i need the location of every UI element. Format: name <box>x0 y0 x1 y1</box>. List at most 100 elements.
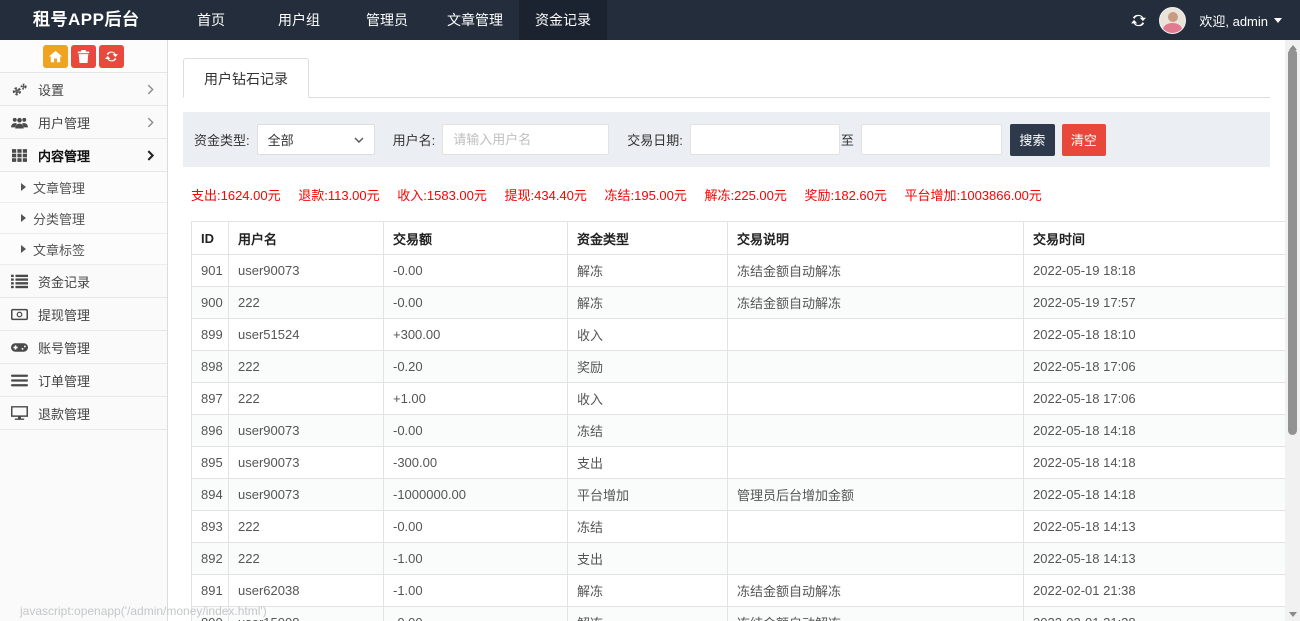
chevron-right-icon <box>147 150 154 161</box>
nav-item[interactable]: 文章管理 <box>431 0 519 40</box>
cell-fund-type: 冻结 <box>568 415 728 447</box>
cell-fund-type: 支出 <box>568 447 728 479</box>
cell-username: user62038 <box>229 575 384 607</box>
sidebar-submenu-item[interactable]: 文章标签 <box>0 234 167 265</box>
refresh-icon[interactable] <box>99 45 124 68</box>
table-row: 890 user15008 -0.00 解冻 冻结金额自动解冻 2022-02-… <box>192 607 1286 621</box>
cell-amount: +300.00 <box>384 319 568 351</box>
cell-fund-type: 收入 <box>568 319 728 351</box>
sidebar-menu-item[interactable]: 提现管理 <box>0 298 167 331</box>
sidebar-item-label: 资金记录 <box>38 272 154 291</box>
table-row: 897 222 +1.00 收入 2022-05-18 17:06 <box>192 383 1286 415</box>
search-button[interactable]: 搜索 <box>1010 124 1055 156</box>
cell-fund-type: 解冻 <box>568 255 728 287</box>
cell-username: user90073 <box>229 479 384 511</box>
trade-date-label: 交易日期: <box>627 130 683 149</box>
column-header: 交易说明 <box>728 222 1024 255</box>
sidebar-menu-item[interactable]: 订单管理 <box>0 364 167 397</box>
column-header: 用户名 <box>229 222 384 255</box>
avatar[interactable] <box>1159 7 1186 34</box>
cell-id: 899 <box>192 319 229 351</box>
cell-amount: +1.00 <box>384 383 568 415</box>
cell-note <box>728 383 1024 415</box>
sidebar-item-label: 内容管理 <box>38 146 147 165</box>
date-from-input[interactable] <box>690 124 840 155</box>
fund-type-select[interactable]: 全部 <box>257 124 375 155</box>
summary-item: 奖励:182.60元 <box>805 188 887 203</box>
cell-note <box>728 319 1024 351</box>
cell-id: 893 <box>192 511 229 543</box>
cell-note: 冻结金额自动解冻 <box>728 575 1024 607</box>
refresh-icon[interactable] <box>1131 13 1146 28</box>
cell-time: 2022-05-18 18:10 <box>1024 319 1286 351</box>
cell-note: 冻结金额自动解冻 <box>728 607 1024 621</box>
user-menu[interactable]: 欢迎, admin <box>1199 11 1282 30</box>
cell-note: 冻结金额自动解冻 <box>728 287 1024 319</box>
cell-fund-type: 解冻 <box>568 607 728 621</box>
submenu-item-label: 分类管理 <box>33 209 85 228</box>
navbar-right: 欢迎, admin <box>1131 0 1282 40</box>
sidebar-menu-item[interactable]: 用户管理 <box>0 106 167 139</box>
cell-username: 222 <box>229 383 384 415</box>
cell-username: user90073 <box>229 415 384 447</box>
summary-item: 支出:1624.00元 <box>191 188 281 203</box>
cell-time: 2022-05-18 14:13 <box>1024 543 1286 575</box>
sidebar-item-label: 设置 <box>38 80 147 99</box>
chevron-down-icon <box>354 137 364 143</box>
summary-totals: 支出:1624.00元 退款:113.00元 收入:1583.00元 提现:43… <box>191 188 1270 204</box>
column-header: 资金类型 <box>568 222 728 255</box>
column-header: 交易时间 <box>1024 222 1286 255</box>
username-input[interactable] <box>442 124 609 155</box>
scrollbar-thumb[interactable] <box>1288 49 1297 435</box>
nav-item[interactable]: 首页 <box>167 0 255 40</box>
scroll-down-icon[interactable] <box>1285 607 1300 621</box>
column-header: 交易额 <box>384 222 568 255</box>
table-row: 898 222 -0.20 奖励 2022-05-18 17:06 <box>192 351 1286 383</box>
chevron-right-icon <box>147 117 154 128</box>
cell-username: 222 <box>229 351 384 383</box>
cell-id: 898 <box>192 351 229 383</box>
sidebar-submenu: 文章管理 分类管理 文章标签 <box>0 172 167 265</box>
sidebar-item-label: 提现管理 <box>38 305 154 324</box>
cell-amount: -300.00 <box>384 447 568 479</box>
cell-time: 2022-05-18 17:06 <box>1024 351 1286 383</box>
sidebar-menu-item[interactable]: 设置 <box>0 73 167 106</box>
vertical-scrollbar[interactable] <box>1285 40 1300 621</box>
sidebar-submenu-item[interactable]: 分类管理 <box>0 203 167 234</box>
avatar-head <box>1168 12 1178 22</box>
nav-item[interactable]: 资金记录 <box>519 0 607 40</box>
cell-time: 2022-05-18 14:13 <box>1024 511 1286 543</box>
cell-id: 891 <box>192 575 229 607</box>
table-row: 892 222 -1.00 支出 2022-05-18 14:13 <box>192 543 1286 575</box>
cell-id: 896 <box>192 415 229 447</box>
tab-user-diamond-records[interactable]: 用户钻石记录 <box>183 58 309 98</box>
table-row: 893 222 -0.00 冻结 2022-05-18 14:13 <box>192 511 1286 543</box>
nav-item[interactable]: 用户组 <box>255 0 343 40</box>
cell-time: 2022-02-01 21:38 <box>1024 607 1286 621</box>
nav-item[interactable]: 管理员 <box>343 0 431 40</box>
sidebar-submenu-item[interactable]: 文章管理 <box>0 172 167 203</box>
cell-id: 901 <box>192 255 229 287</box>
clear-button[interactable]: 清空 <box>1062 124 1106 156</box>
sidebar-menu-item[interactable]: 资金记录 <box>0 265 167 298</box>
sidebar-menu-item[interactable]: 内容管理 <box>0 139 167 172</box>
records-table: ID 用户名 交易额 资金类型 交易说明 交易时间 901 user90073 <box>191 221 1285 621</box>
date-to-input[interactable] <box>861 124 1002 155</box>
home-icon[interactable] <box>43 45 68 68</box>
cell-id: 900 <box>192 287 229 319</box>
browser-status-text: javascript:openapp('/admin/money/index.h… <box>20 604 267 618</box>
cell-id: 895 <box>192 447 229 479</box>
cell-fund-type: 收入 <box>568 383 728 415</box>
sidebar-menu-item[interactable]: 账号管理 <box>0 331 167 364</box>
app-brand[interactable]: 租号APP后台 <box>33 0 139 40</box>
cell-note: 冻结金额自动解冻 <box>728 255 1024 287</box>
summary-item: 平台增加:1003866.00元 <box>905 188 1042 203</box>
trash-icon[interactable] <box>71 45 96 68</box>
cell-time: 2022-05-19 17:57 <box>1024 287 1286 319</box>
sidebar-menu-item[interactable]: 退款管理 <box>0 397 167 430</box>
cell-amount: -0.00 <box>384 511 568 543</box>
table-row: 891 user62038 -1.00 解冻 冻结金额自动解冻 2022-02-… <box>192 575 1286 607</box>
fund-type-value: 全部 <box>268 130 294 149</box>
gamepad-icon <box>10 340 29 355</box>
chevron-right-icon <box>147 84 154 95</box>
